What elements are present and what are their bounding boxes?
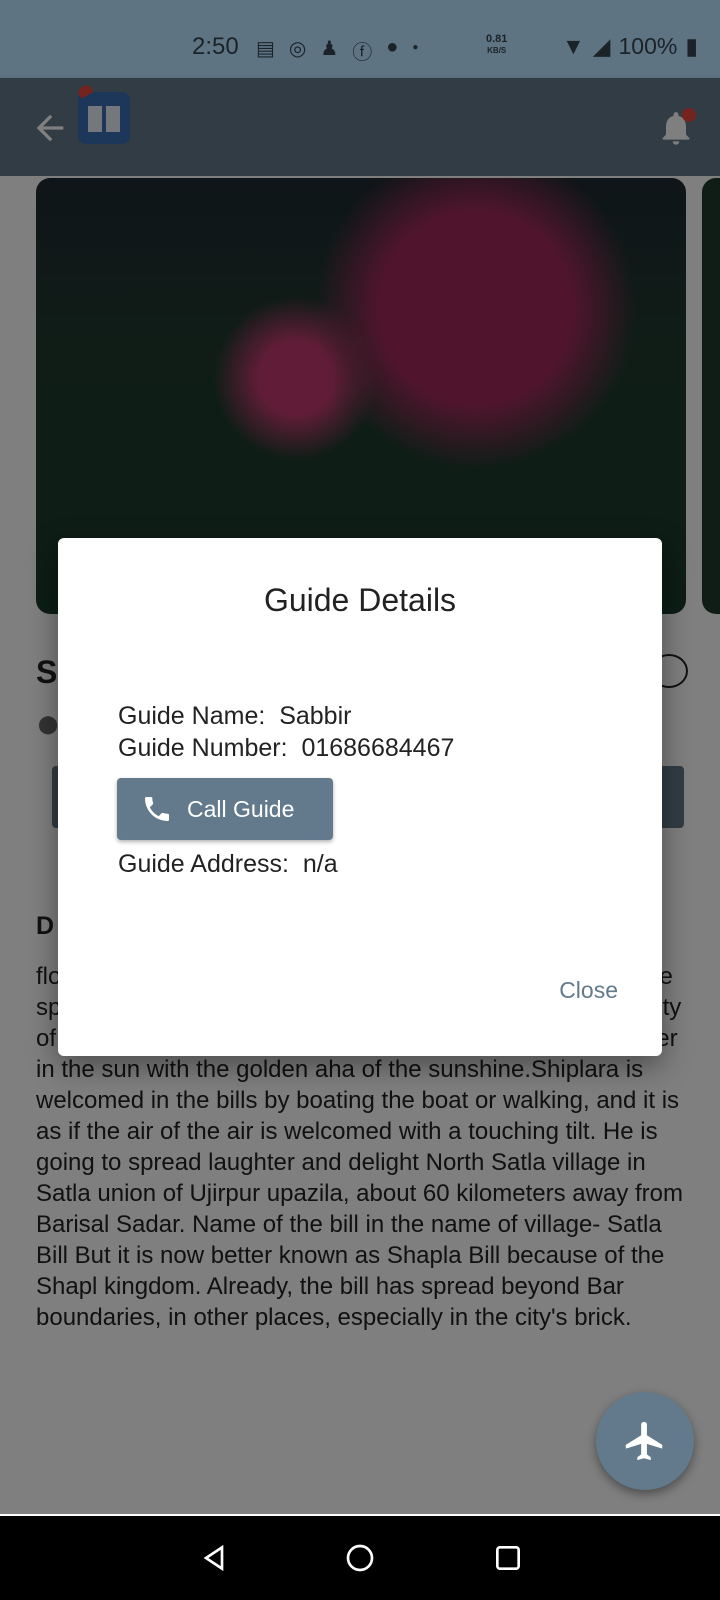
close-button[interactable]: Close xyxy=(553,976,624,1005)
guide-number-row: Guide Number: 01686684467 xyxy=(118,734,454,763)
signal-icon: ◢ xyxy=(592,33,611,59)
guide-number-label: Guide Number: xyxy=(118,734,288,762)
network-speed: 0.81 KB/S xyxy=(486,33,508,56)
facebook-icon: ● xyxy=(386,36,399,58)
battery-icon: ▮ xyxy=(685,33,698,59)
messenger-icon: ◎ xyxy=(288,38,307,60)
system-icons: ▼ ◢ 100% ▮ xyxy=(562,33,698,60)
call-guide-button[interactable]: Call Guide xyxy=(117,778,333,840)
battery-percent: 100% xyxy=(618,33,678,59)
back-nav-icon[interactable] xyxy=(198,1542,230,1574)
dot-icon: ● xyxy=(412,42,419,53)
guide-address-label: Guide Address: xyxy=(118,850,289,878)
status-bar: 2:50 ▤ ◎ ♟ ⓕ ● ● 0.81 KB/S ▼ ◢ 100% ▮ xyxy=(0,0,720,78)
guide-name-row: Guide Name: Sabbir xyxy=(118,702,351,731)
guide-name-value: Sabbir xyxy=(279,702,352,730)
notification-icons: ▤ ◎ ♟ ⓕ ● ● xyxy=(256,36,418,65)
recents-nav-icon[interactable] xyxy=(492,1542,524,1574)
guide-address-value: n/a xyxy=(302,850,338,878)
phone-icon xyxy=(145,797,169,821)
call-guide-label: Call Guide xyxy=(187,795,295,822)
dialog-title: Guide Details xyxy=(263,582,457,618)
system-nav-bar xyxy=(0,1516,720,1600)
guide-address-row: Guide Address: n/a xyxy=(118,850,338,879)
airplane-icon xyxy=(625,1421,663,1461)
news-icon: ▤ xyxy=(256,38,275,60)
wifi-icon: ▼ xyxy=(562,33,585,59)
home-nav-icon[interactable] xyxy=(344,1542,376,1574)
guide-details-dialog: Guide Details Guide Name: Sabbir Guide N… xyxy=(58,538,662,1056)
clock: 2:50 xyxy=(192,33,239,60)
travel-fab[interactable] xyxy=(596,1392,694,1490)
guide-number-value: 01686684467 xyxy=(301,734,455,762)
guide-name-label: Guide Name: xyxy=(118,702,266,730)
facebook-icon: ⓕ xyxy=(352,42,373,64)
person-add-icon: ♟ xyxy=(320,38,339,60)
